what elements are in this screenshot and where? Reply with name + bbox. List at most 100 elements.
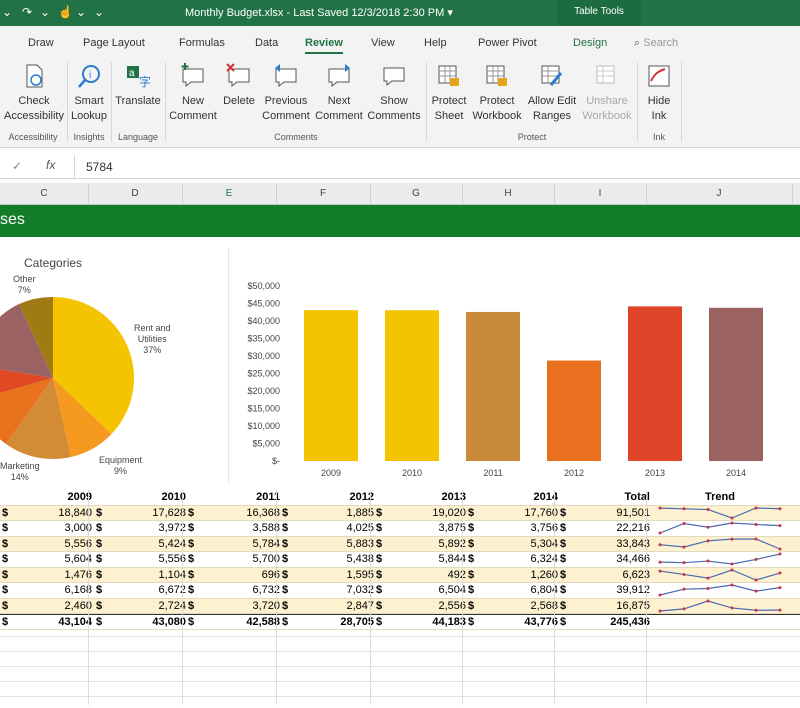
insert-function-icon[interactable]: fx xyxy=(46,158,55,172)
value-cell[interactable]: 18,840 xyxy=(58,507,92,519)
translate-button[interactable]: a字 Translate xyxy=(114,62,162,109)
table-row: $6,168 $6,672 $6,732 $7,032 $6,504 $6,804 $39,… xyxy=(0,583,800,599)
search-box[interactable]: ⌕ Search xyxy=(634,37,678,50)
column-header-i[interactable]: I xyxy=(554,188,646,199)
bar-2011[interactable] xyxy=(466,311,520,461)
currency-symbol: $ xyxy=(468,616,475,628)
currency-symbol: $ xyxy=(2,522,9,534)
tab-formulas[interactable]: Formulas xyxy=(179,37,225,49)
protect-workbook-button[interactable]: Protect Workbook xyxy=(470,62,524,124)
value-cell[interactable]: 34,466 xyxy=(616,553,650,565)
title-bar: ⌄ ↷ ⌄ ☝ ⌄ ⌄ Monthly Budget.xlsx - Last S… xyxy=(0,0,800,26)
tab-review[interactable]: Review xyxy=(305,37,343,54)
touch-dropdown-icon[interactable]: ⌄ xyxy=(76,5,86,19)
group-language: Language xyxy=(117,132,159,142)
bar-2014[interactable] xyxy=(709,307,763,461)
trend-sparkline xyxy=(658,568,782,581)
protect-workbook-icon xyxy=(483,62,511,90)
bar-chart[interactable]: $50,000 $45,000 $40,000 $35,000 $30,000 $25,0… xyxy=(232,248,800,486)
value-cell[interactable]: 22,216 xyxy=(616,522,650,534)
currency-symbol: $ xyxy=(376,553,383,565)
bar-2012[interactable] xyxy=(547,360,601,461)
value-cell[interactable]: 44,183 xyxy=(432,616,466,628)
pie-chart[interactable]: Categories Other 7% Rent and Utilities 37% … xyxy=(0,240,225,485)
value-cell[interactable]: 43,080 xyxy=(152,616,186,628)
value-cell[interactable]: 91,501 xyxy=(616,507,650,519)
tab-design[interactable]: Design xyxy=(573,37,607,49)
value-cell[interactable]: 696 xyxy=(262,569,280,581)
tab-help[interactable]: Help xyxy=(424,37,447,49)
currency-symbol: $ xyxy=(560,584,567,596)
tab-view[interactable]: View xyxy=(371,37,395,49)
currency-symbol: $ xyxy=(96,522,103,534)
currency-symbol: $ xyxy=(188,537,195,550)
bar-2009[interactable] xyxy=(304,310,358,461)
protect-sheet-button[interactable]: Protect Sheet xyxy=(428,62,470,124)
redo-icon[interactable]: ↷ xyxy=(22,5,32,19)
value-cell[interactable]: 43,104 xyxy=(58,616,92,628)
value-cell[interactable]: 19,020 xyxy=(432,507,466,519)
trend-sparkline xyxy=(658,521,782,535)
customize-qat-icon[interactable]: ⌄ xyxy=(94,5,104,19)
next-comment-button[interactable]: Next Comment xyxy=(314,62,364,124)
column-header-d[interactable]: D xyxy=(88,188,182,199)
redo-dropdown-icon[interactable]: ⌄ xyxy=(40,5,50,19)
delete-comment-button[interactable]: Delete xyxy=(220,62,258,109)
value-cell[interactable]: 17,760 xyxy=(524,507,558,519)
currency-symbol: $ xyxy=(376,537,383,550)
currency-symbol: $ xyxy=(2,584,9,596)
currency-symbol: $ xyxy=(282,568,289,581)
touch-mode-icon[interactable]: ☝ xyxy=(58,5,73,19)
value-cell[interactable]: 16,875 xyxy=(616,600,650,612)
ribbon: Check Accessibility i Smart Lookup a字 Tran… xyxy=(0,58,800,148)
new-comment-button[interactable]: New Comment xyxy=(168,62,218,124)
pie-label-marketing: Marketing 14% xyxy=(0,461,40,482)
trend-sparkline xyxy=(658,506,782,519)
enter-check-icon[interactable]: ✓ xyxy=(12,159,22,173)
bar-2013[interactable] xyxy=(628,306,682,461)
tab-draw[interactable]: Draw xyxy=(28,37,54,49)
tab-page-layout[interactable]: Page Layout xyxy=(83,37,145,49)
currency-symbol: $ xyxy=(468,568,475,581)
currency-symbol: $ xyxy=(188,599,195,612)
tab-data[interactable]: Data xyxy=(255,37,278,49)
currency-symbol: $ xyxy=(96,616,103,628)
column-header-g[interactable]: G xyxy=(370,188,462,199)
unshare-workbook-icon xyxy=(593,62,621,90)
y-tick-label: $- xyxy=(272,456,280,466)
show-comments-button[interactable]: Show Comments xyxy=(366,62,422,124)
column-header-e[interactable]: E xyxy=(182,188,276,199)
value-cell[interactable]: 245,436 xyxy=(610,616,650,628)
formula-input[interactable]: 5784 xyxy=(86,160,113,174)
tab-power-pivot[interactable]: Power Pivot xyxy=(478,37,537,49)
column-header-c[interactable]: C xyxy=(0,188,88,199)
column-header-f[interactable]: F xyxy=(276,188,370,199)
pie-label-equipment: Equipment 9% xyxy=(99,455,143,476)
value-cell[interactable]: 33,843 xyxy=(616,538,650,550)
table-header-row: 2009 2010 2011 2012 2013 2014 Total Trend xyxy=(0,490,800,506)
value-cell[interactable]: 492 xyxy=(448,569,466,581)
smart-lookup-icon: i xyxy=(75,62,103,90)
column-header-h[interactable]: H xyxy=(462,188,554,199)
header-cell[interactable]: Trend xyxy=(705,491,735,503)
undo-arrow-icon[interactable]: ⌄ xyxy=(2,5,12,19)
value-cell[interactable]: 16,368 xyxy=(246,507,280,519)
value-cell[interactable]: 39,912 xyxy=(616,584,650,596)
value-cell[interactable]: 17,628 xyxy=(152,507,186,519)
table-row: $1,476 $1,104 $696 $1,595 $492 $1,260 $6,623 xyxy=(0,567,800,583)
unshare-workbook-button[interactable]: Unshare Workbook xyxy=(580,62,634,124)
currency-symbol: $ xyxy=(282,553,289,565)
currency-symbol: $ xyxy=(96,537,103,550)
search-icon: ⌕ xyxy=(634,37,641,49)
column-header-j[interactable]: J xyxy=(646,188,792,199)
value-cell[interactable]: 28,705 xyxy=(340,616,374,628)
smart-lookup-button[interactable]: i Smart Lookup xyxy=(70,62,108,124)
group-accessibility: Accessibility xyxy=(8,132,58,142)
allow-edit-ranges-button[interactable]: Allow Edit Ranges xyxy=(524,62,580,124)
value-cell[interactable]: 42,588 xyxy=(246,616,280,628)
previous-comment-button[interactable]: Previous Comment xyxy=(258,62,314,124)
value-cell[interactable]: 43,776 xyxy=(524,616,558,628)
hide-ink-button[interactable]: Hide Ink xyxy=(640,62,678,124)
check-accessibility-button[interactable]: Check Accessibility xyxy=(4,62,64,124)
bar-2010[interactable] xyxy=(385,310,439,461)
